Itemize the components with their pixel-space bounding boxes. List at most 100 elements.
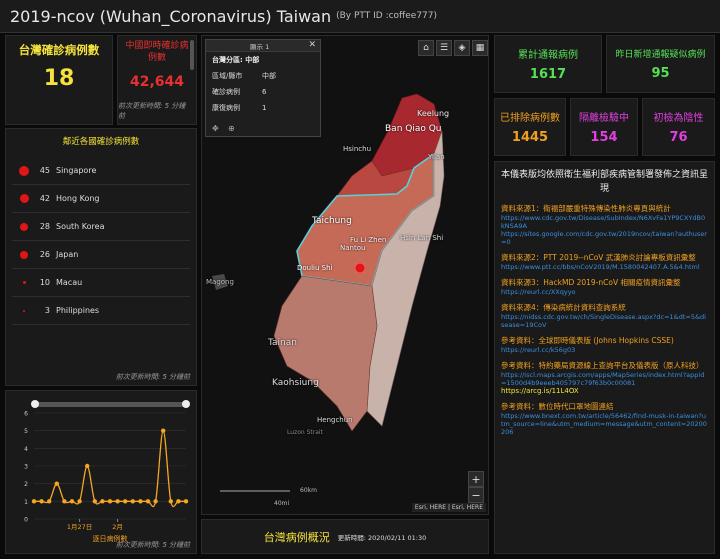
country-row[interactable]: 42 Hong Kong <box>6 185 196 212</box>
data-point[interactable] <box>39 499 44 504</box>
data-point[interactable] <box>138 499 143 504</box>
source-gap <box>501 395 708 402</box>
china-update-note: 前次更新時間: 5 分鐘前 <box>118 102 186 120</box>
source-title: 資料來源3：HackMD 2019-nCoV 相關疫情資訊彙整 <box>501 278 681 287</box>
scale-mi: 40mi <box>274 500 290 507</box>
case-dot-wrap <box>16 281 32 284</box>
map-place-label: Hsin Lan Shi <box>400 234 444 242</box>
nearby-countries-panel: 鄰近各國確診病例數 45 Singapore 42 Hong Kong 28 South … <box>5 128 197 386</box>
country-row[interactable]: 28 South Korea <box>6 213 196 240</box>
source-title: 參考資料：全球即時儀表版 (Johns Hopkins CSSE) <box>501 336 674 345</box>
popup-close-icon[interactable]: ✕ <box>308 40 316 50</box>
source-link[interactable]: https://arcg.is/11L4OX <box>501 387 708 395</box>
basemap-icon[interactable]: ▦ <box>472 40 488 56</box>
stat-value: 154 <box>590 130 618 145</box>
map-list-icon[interactable]: ☰ <box>436 40 452 56</box>
stat-value: 76 <box>669 130 688 145</box>
map-place-label: Magong <box>206 278 234 286</box>
map-place-label: Keelung <box>417 109 450 118</box>
data-point[interactable] <box>54 481 59 486</box>
data-point[interactable] <box>107 499 113 504</box>
data-point[interactable] <box>31 499 37 504</box>
zoom-out-button[interactable]: − <box>468 487 484 503</box>
y-tick-label: 6 <box>24 411 28 418</box>
home-icon[interactable]: ⌂ <box>418 40 434 56</box>
daily-cases-chart-panel: 0 1 2 3 4 5 6 1月27日 2月 逐日病例數 前次更新時間: 5 分鐘前 <box>5 390 197 554</box>
source-link[interactable]: https://www.cdc.gov.tw/Disease/SubIndex/… <box>501 214 708 230</box>
layers-icon[interactable]: ◈ <box>454 40 470 56</box>
zoom-in-button[interactable]: + <box>468 471 484 487</box>
source-link[interactable]: https://sites.google.com/cdc.gov.tw/2019… <box>501 230 708 246</box>
country-row[interactable]: 3 Philippines <box>6 297 196 324</box>
stat-new-suspected: 昨日新增通報疑似病例 95 <box>606 35 715 93</box>
row-divider <box>12 324 190 325</box>
case-dot-icon <box>22 281 26 284</box>
data-point[interactable] <box>145 499 151 504</box>
map-attribution[interactable]: Esri, HERE | Esri, HERE <box>411 503 486 512</box>
source-link[interactable]: https://www.bnext.com.tw/article/56462/f… <box>501 412 708 436</box>
data-point[interactable] <box>130 499 135 504</box>
range-slider-track[interactable] <box>36 402 186 407</box>
stat-value: 1445 <box>511 130 549 145</box>
china-card-scrollbar[interactable] <box>190 40 194 70</box>
map-place-label: Kaohsiung <box>272 378 319 388</box>
popup-field-value: 1 <box>262 104 267 112</box>
case-dot-wrap <box>16 309 32 312</box>
range-slider-end-handle[interactable] <box>182 400 190 408</box>
source-link[interactable]: https://reurl.cc/XXqyyo <box>501 288 708 296</box>
popup-zoom-icon[interactable]: ⊕ <box>228 124 235 133</box>
dashboard-title: 2019-ncov (Wuhan_Coronavirus) Taiwan <box>10 6 332 26</box>
source-link[interactable]: https://nidss.cdc.gov.tw/ch/SingleDiseas… <box>501 313 708 329</box>
range-slider-start-handle[interactable] <box>31 400 39 408</box>
dashboard-author: (By PTT ID :coffee777) <box>336 11 438 21</box>
data-point[interactable] <box>85 463 90 469</box>
bottom-title-update: 更新時間: 2020/02/11 01:30 <box>337 533 427 542</box>
china-confirmed-label: 中國即時確診病例數 <box>125 41 189 63</box>
bottom-title-label: 台灣病例概況 <box>263 530 330 544</box>
nearby-update-note: 前次更新時間: 5 分鐘前 <box>115 373 190 381</box>
taiwan-confirmed-label: 台灣確診病例數 <box>18 43 100 57</box>
data-point[interactable] <box>47 499 52 504</box>
nearby-list: 45 Singapore 42 Hong Kong 28 South Korea 26 Jap… <box>6 157 196 325</box>
source-gap <box>501 271 708 278</box>
scale-km: 60km <box>300 487 317 494</box>
data-point[interactable] <box>168 499 173 504</box>
source-link[interactable]: https://reurl.cc/k56g03 <box>501 346 708 354</box>
source-link[interactable]: https://iscl.maps.arcgis.com/apps/MapSer… <box>501 371 708 387</box>
data-point[interactable] <box>153 499 158 504</box>
x-tick-label: 2月 <box>112 523 123 531</box>
country-count: 28 <box>39 222 50 231</box>
map-place-label: Douliu Shi <box>297 264 333 272</box>
popup-tab[interactable]: 顯示 1 <box>250 41 269 51</box>
popup-field-value: 6 <box>262 88 267 96</box>
data-point[interactable] <box>123 499 128 504</box>
data-point[interactable] <box>176 499 181 504</box>
country-row[interactable]: 26 Japan <box>6 241 196 268</box>
map-place-label: Tainan <box>268 338 297 348</box>
y-tick-label: 3 <box>24 464 28 471</box>
popup-field-key: 康復病例 <box>212 104 240 112</box>
data-point[interactable] <box>69 499 75 504</box>
stat-label: 昨日新增通報疑似病例 <box>615 50 706 60</box>
data-point[interactable] <box>62 499 67 504</box>
selected-marker <box>354 262 366 274</box>
data-point[interactable] <box>183 499 189 504</box>
source-link[interactable]: https://www.ptt.cc/bbs/nCoV2019/M.158004… <box>501 263 708 271</box>
popup-move-icon[interactable]: ✥ <box>212 124 219 133</box>
source-title: 資料來源2：PTT 2019--nCoV 武漢肺炎討論專板資訊彙整 <box>501 253 696 262</box>
y-tick-label: 2 <box>24 481 28 488</box>
data-point[interactable] <box>92 499 98 504</box>
country-row[interactable]: 10 Macau <box>6 269 196 296</box>
source-title: 資料來源1：衛福部嚴重特殊傳染性肺炎專頁與統計 <box>501 204 671 213</box>
data-point[interactable] <box>161 428 166 433</box>
popup-field-row: 確診病例 6 <box>206 84 320 100</box>
data-point[interactable] <box>115 499 120 504</box>
map-panel[interactable]: Keelung Ban Qiao Qu Hsinchu Yilan Taichung Fu… <box>201 35 489 515</box>
country-row[interactable]: 45 Singapore <box>6 157 196 184</box>
data-point[interactable] <box>100 499 105 504</box>
map-place-label: Yilan <box>428 153 445 161</box>
case-dot-icon <box>23 309 25 312</box>
map-place-label: Nantou <box>340 244 366 252</box>
data-point[interactable] <box>77 499 82 504</box>
case-dot-wrap <box>16 250 32 259</box>
